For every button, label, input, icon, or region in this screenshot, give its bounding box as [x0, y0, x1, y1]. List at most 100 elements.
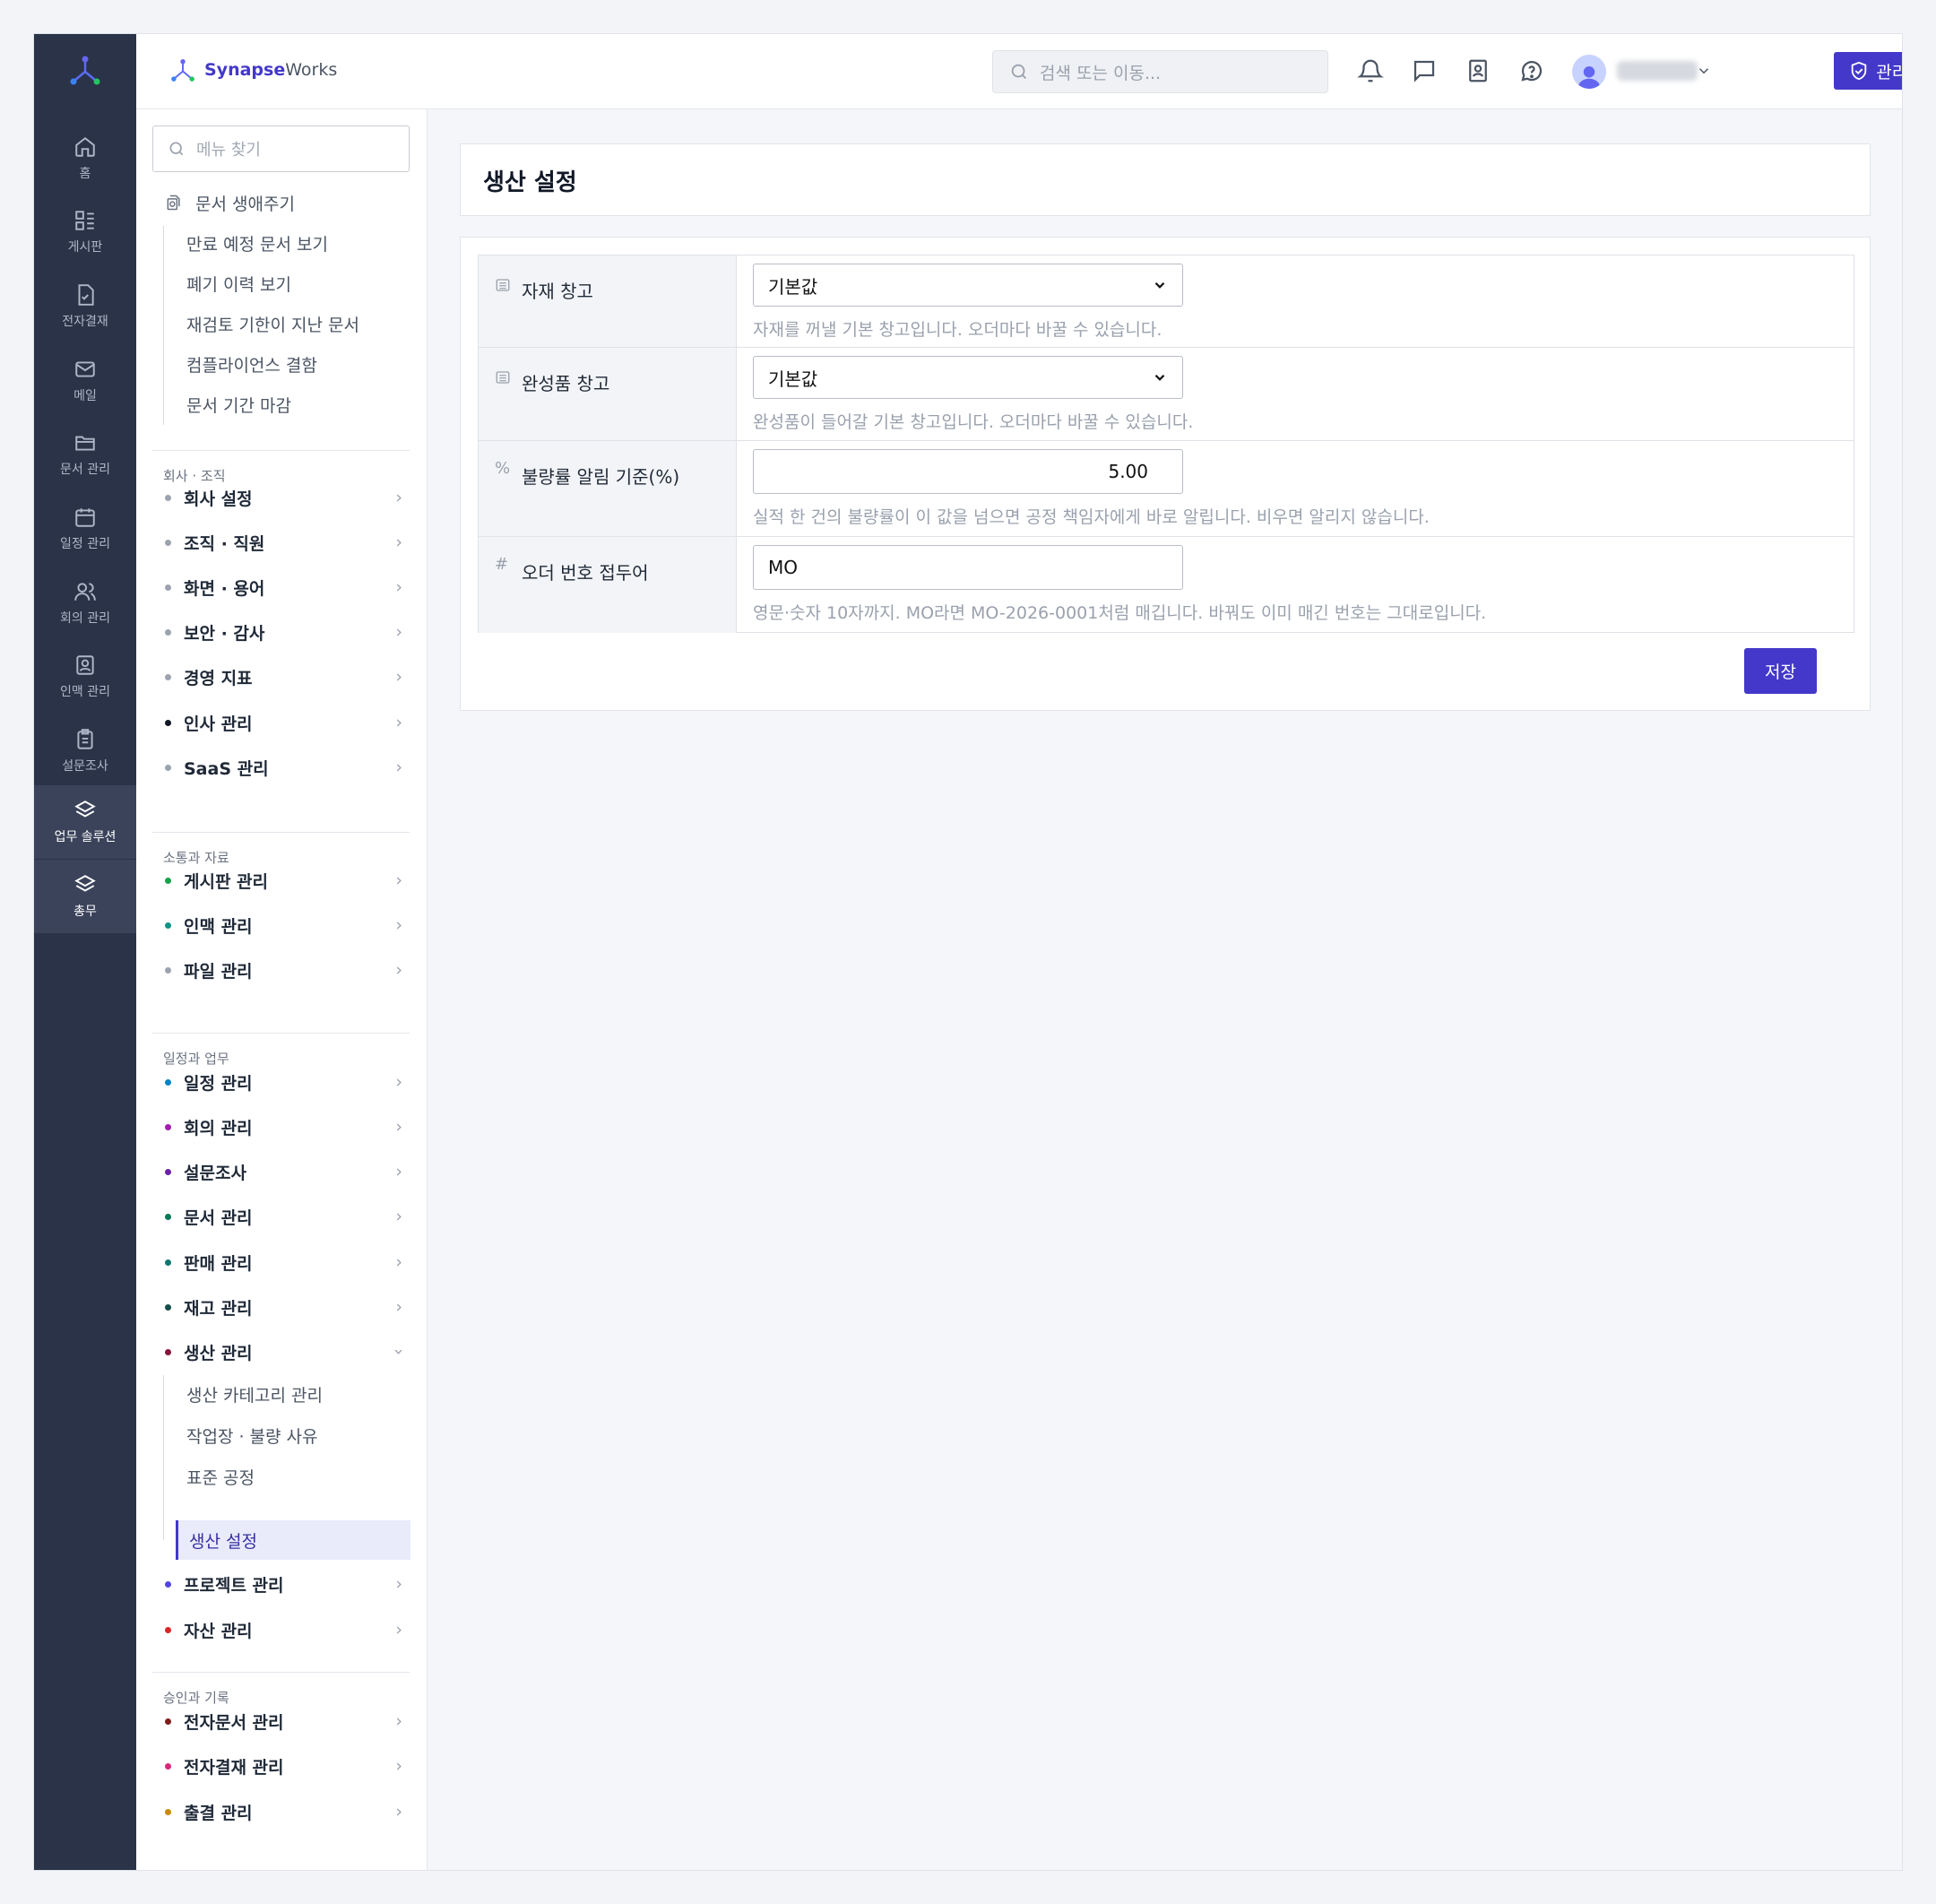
- admin-menu-button[interactable]: 관리자 메뉴: [1834, 52, 1902, 90]
- hash-icon: #: [495, 555, 509, 574]
- field-label-cell: % 불량률 알림 기준(%): [479, 441, 737, 536]
- finished-warehouse-select[interactable]: 기본값: [753, 356, 1183, 399]
- menu-item-label: 전자결재 관리: [184, 1757, 284, 1778]
- menu-item-project-admin[interactable]: 프로젝트 관리 ›: [136, 1564, 428, 1604]
- contact-book-icon[interactable]: [1465, 57, 1491, 84]
- app-rail: 홈 게시판 전자결재 메일 문서 관리 일정 관리 회의 관리 인맥 관리 설문…: [34, 34, 136, 1870]
- rail-item-solutions[interactable]: 업무 솔루션: [34, 785, 136, 859]
- brand-logo[interactable]: Synapse Works: [170, 57, 337, 82]
- rail-item-documents[interactable]: 문서 관리: [34, 418, 136, 491]
- chevron-right-icon: ›: [395, 1756, 402, 1776]
- admin-menu-label: 관리자 메뉴: [1876, 62, 1902, 82]
- menu-item-schedule-admin[interactable]: 일정 관리 ›: [136, 1062, 428, 1102]
- menu-item-attendance-admin[interactable]: 출결 관리 ›: [136, 1792, 428, 1831]
- chevron-right-icon: ›: [395, 532, 402, 552]
- approval-icon: [78, 284, 94, 306]
- menu-item-company-settings[interactable]: 회사 설정 ›: [136, 478, 428, 517]
- chevron-right-icon: ›: [395, 1711, 402, 1731]
- help-icon[interactable]: [1518, 57, 1545, 84]
- chevron-right-icon: ›: [395, 577, 402, 597]
- menu-dot: [165, 877, 171, 884]
- menu-item-label: 화면 · 용어: [184, 578, 265, 599]
- menu-item-survey-admin[interactable]: 설문조사 ›: [136, 1152, 428, 1191]
- menu-item-asset-admin[interactable]: 자산 관리 ›: [136, 1610, 428, 1649]
- save-button[interactable]: 저장: [1744, 648, 1817, 694]
- rail-label: 일정 관리: [60, 537, 110, 551]
- menu-search-input[interactable]: 메뉴 찾기: [152, 125, 410, 172]
- chevron-right-icon: ›: [395, 870, 402, 890]
- rail-item-home[interactable]: 홈: [34, 122, 136, 195]
- material-warehouse-select[interactable]: 기본값: [753, 264, 1183, 307]
- menu-item-label: 문서 관리: [184, 1207, 253, 1228]
- menu-item-edoc-admin[interactable]: 전자문서 관리 ›: [136, 1701, 428, 1741]
- field-label: 자재 창고: [522, 281, 593, 302]
- rail-label: 게시판: [67, 240, 103, 255]
- menu-item-eapproval-admin[interactable]: 전자결재 관리 ›: [136, 1746, 428, 1786]
- submenu-item[interactable]: 만료 예정 문서 보기: [186, 231, 328, 255]
- menu-item-org-staff[interactable]: 조직 · 직원 ›: [136, 523, 428, 562]
- submenu-item[interactable]: 문서 기간 마감: [186, 393, 291, 417]
- rail-item-mail[interactable]: 메일: [34, 344, 136, 418]
- lifecycle-icon: [167, 195, 180, 211]
- menu-dot: [165, 1303, 171, 1311]
- field-label-cell: # 오더 번호 접두어: [479, 537, 737, 633]
- submenu-item-production-settings[interactable]: 생산 설정: [176, 1520, 411, 1560]
- side-menu: 메뉴 찾기 문서 생애주기 만료 예정 문서 보기 폐기 이력 보기 재검토 기…: [136, 109, 428, 1870]
- menu-item-inventory-admin[interactable]: 재고 관리 ›: [136, 1287, 428, 1327]
- settings-table: 자재 창고 기본값 자재를 꺼낼 기본 창고입니다. 오더마다 바꿀 수 있습니…: [478, 255, 1854, 633]
- rail-item-schedule[interactable]: 일정 관리: [34, 492, 136, 566]
- user-name-blurred[interactable]: [1617, 61, 1698, 81]
- menu-item-files-admin[interactable]: 파일 관리 ›: [136, 950, 428, 990]
- menu-item-hr[interactable]: 인사 관리 ›: [136, 703, 428, 742]
- defect-threshold-input[interactable]: 5.00: [753, 449, 1183, 494]
- menu-group-document-lifecycle[interactable]: 문서 생애주기: [136, 183, 428, 222]
- rail-item-survey[interactable]: 설문조사: [34, 714, 136, 788]
- app-logo-icon[interactable]: [34, 50, 136, 90]
- submenu-item-production-category[interactable]: 생산 카테고리 관리: [186, 1382, 323, 1406]
- menu-item-security-audit[interactable]: 보안 · 감사 ›: [136, 612, 428, 652]
- menu-item-business-metrics[interactable]: 경영 지표 ›: [136, 657, 428, 697]
- field-row-defect-threshold: % 불량률 알림 기준(%) 5.00 실적 한 건의 불량률이 이 값을 넘으…: [479, 441, 1854, 537]
- field-help: 자재를 꺼낼 기본 창고입니다. 오더마다 바꿀 수 있습니다.: [753, 320, 1162, 340]
- chevron-right-icon: ›: [395, 1117, 402, 1137]
- select-value: 기본값: [768, 368, 818, 390]
- menu-item-contacts-admin[interactable]: 인맥 관리 ›: [136, 905, 428, 945]
- submenu-guide-line: [163, 226, 164, 425]
- menu-item-label: 판매 관리: [184, 1253, 253, 1274]
- menu-item-board-admin[interactable]: 게시판 관리 ›: [136, 861, 428, 900]
- submenu-item[interactable]: 컴플라이언스 결함: [186, 352, 317, 376]
- rail-label: 설문조사: [62, 759, 108, 774]
- menu-item-production-admin[interactable]: 생산 관리 ›: [136, 1332, 428, 1372]
- chat-icon[interactable]: [1411, 57, 1438, 84]
- global-search-input[interactable]: 검색 또는 이동...: [992, 50, 1328, 93]
- field-row-order-prefix: # 오더 번호 접두어 MO 영문·숫자 10자까지. MO라면 MO-2026…: [479, 537, 1854, 633]
- field-help: 완성품이 들어갈 기본 창고입니다. 오더마다 바꿀 수 있습니다.: [753, 412, 1194, 432]
- user-avatar[interactable]: [1572, 55, 1606, 89]
- submenu-item-workshop-defect[interactable]: 작업장 · 불량 사유: [186, 1424, 318, 1448]
- users-icon: [74, 583, 96, 601]
- rail-item-contacts[interactable]: 인맥 관리: [34, 640, 136, 714]
- chevron-down-icon[interactable]: [1696, 63, 1712, 79]
- field-help: 영문·숫자 10자까지. MO라면 MO-2026-0001처럼 매깁니다. 바…: [753, 603, 1487, 623]
- bell-icon[interactable]: [1357, 57, 1384, 84]
- submenu-item[interactable]: 폐기 이력 보기: [186, 272, 291, 296]
- menu-item-screen-terms[interactable]: 화면 · 용어 ›: [136, 567, 428, 607]
- submenu-item[interactable]: 재검토 기한이 지난 문서: [186, 312, 359, 336]
- menu-item-document-admin[interactable]: 문서 관리 ›: [136, 1197, 428, 1236]
- menu-item-sales-admin[interactable]: 판매 관리 ›: [136, 1242, 428, 1282]
- rail-item-general-affairs[interactable]: 총무: [34, 860, 136, 933]
- rail-item-meetings[interactable]: 회의 관리: [34, 567, 136, 640]
- rail-label: 홈: [79, 167, 91, 181]
- menu-item-saas[interactable]: SaaS 관리 ›: [136, 748, 428, 787]
- menu-item-meeting-admin[interactable]: 회의 관리 ›: [136, 1107, 428, 1147]
- rail-item-board[interactable]: 게시판: [34, 195, 136, 269]
- menu-item-label: SaaS 관리: [184, 758, 269, 779]
- menu-search-placeholder: 메뉴 찾기: [196, 141, 261, 160]
- menu-item-label: 생산 관리: [184, 1343, 253, 1363]
- order-prefix-input[interactable]: MO: [753, 545, 1183, 590]
- menu-item-label: 게시판 관리: [184, 871, 269, 892]
- submenu-item-standard-process[interactable]: 표준 공정: [186, 1465, 255, 1489]
- chevron-down-icon: [1154, 374, 1165, 381]
- rail-item-approval[interactable]: 전자결재: [34, 270, 136, 343]
- menu-item-label: 인맥 관리: [184, 916, 253, 937]
